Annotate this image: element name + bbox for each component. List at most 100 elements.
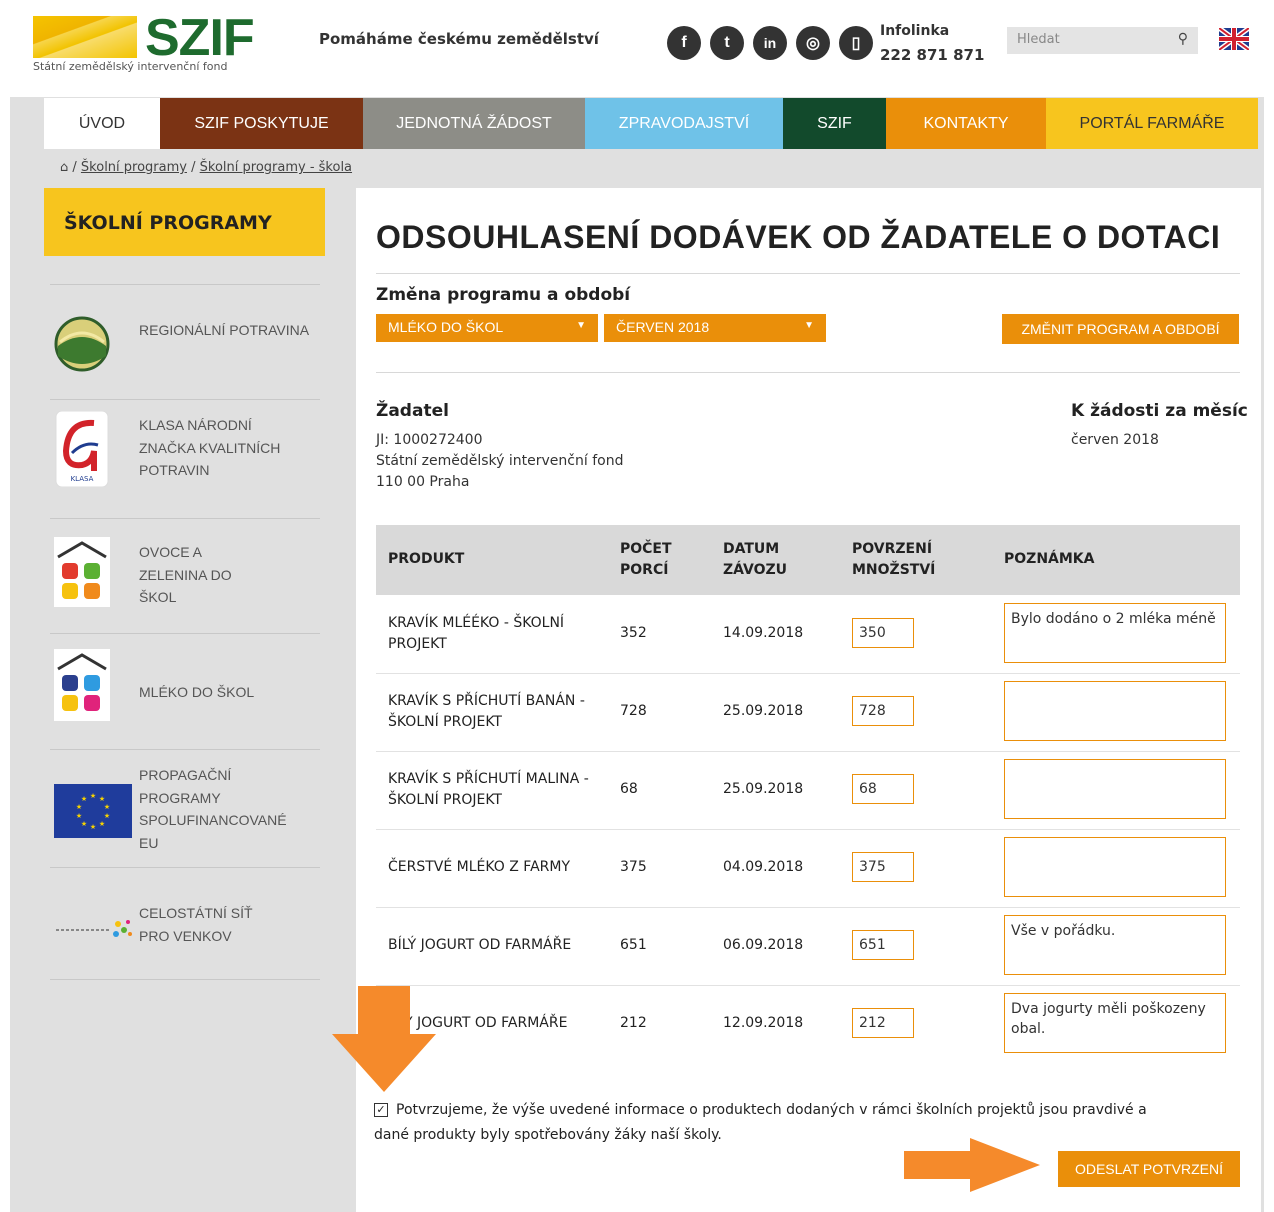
confirmed-quantity-input[interactable]: 212: [852, 1008, 914, 1038]
note-textarea[interactable]: [1004, 837, 1226, 897]
annotation-arrow-right-icon: [904, 1138, 1040, 1192]
confirm-checkbox-row[interactable]: ✓ Potvrzujeme, že výše uvedené informace …: [374, 1098, 1184, 1148]
sidebar-item-celostatni-sit[interactable]: CELOSTÁTNÍ SÍŤ PRO VENKOV: [50, 867, 320, 980]
product-name: BÍLÝ JOGURT OD FARMÁŘE: [388, 937, 572, 953]
svg-text:★: ★: [76, 812, 82, 820]
sidebar-item-ovoce-zelenina[interactable]: OVOCE A ZELENINA DO ŠKOL: [50, 518, 320, 634]
nav-jednotna-zadost[interactable]: JEDNOTNÁ ŽÁDOST: [363, 98, 585, 149]
delivery-date: 06.09.2018: [723, 937, 804, 953]
search-icon[interactable]: ⚲: [1178, 31, 1188, 47]
phone-icon[interactable]: ▯: [839, 26, 873, 60]
logo-fields-graphic: [33, 16, 137, 58]
sidebar-divider: [50, 979, 320, 980]
note-textarea[interactable]: Vše v pořádku.: [1004, 915, 1226, 975]
table-row: ĹÝ JOGURT OD FARMÁŘE 212 12.09.2018 212 …: [376, 985, 1240, 1063]
nav-uvod[interactable]: ÚVOD: [44, 98, 160, 149]
portions: 728: [620, 703, 647, 719]
th-datum-zavozu: DATUM ZÁVOZU: [723, 541, 788, 578]
facebook-icon[interactable]: f: [667, 26, 701, 60]
confirmed-quantity-input[interactable]: 728: [852, 696, 914, 726]
sidebar-item-klasa[interactable]: KLASA KLASA NÁRODNÍ ZNAČKA KVALITNÍCH PO…: [50, 399, 320, 519]
portions: 352: [620, 625, 647, 641]
th-poznamka: POZNÁMKA: [1004, 551, 1095, 567]
svg-text:★: ★: [76, 803, 82, 811]
ovoce-zelenina-logo: [53, 536, 110, 607]
search-input[interactable]: Hledat: [1017, 32, 1060, 47]
nav-zpravodajstvi[interactable]: ZPRAVODAJSTVÍ: [585, 98, 783, 149]
regionalni-potravina-logo: [53, 315, 110, 372]
table-header: PRODUKT POČET PORCÍ DATUM ZÁVOZU POVRZEN…: [376, 525, 1240, 595]
sidebar-item-label: KLASA NÁRODNÍ ZNAČKA KVALITNÍCH POTRAVIN: [139, 417, 281, 478]
delivery-date: 25.09.2018: [723, 703, 804, 719]
nav-kontakty[interactable]: KONTAKTY: [886, 98, 1046, 149]
change-program-button[interactable]: ZMĚNIT PROGRAM A OBDOBÍ: [1002, 314, 1239, 344]
instagram-icon[interactable]: ◎: [796, 26, 830, 60]
portions: 68: [620, 781, 638, 797]
twitter-icon[interactable]: t: [710, 26, 744, 60]
confirmed-quantity-input[interactable]: 350: [852, 618, 914, 648]
sidebar-heading[interactable]: ŠKOLNÍ PROGRAMY: [44, 188, 325, 256]
delivery-date: 25.09.2018: [723, 781, 804, 797]
sidebar-item-label: MLÉKO DO ŠKOL: [139, 684, 255, 700]
logo-text: SZIF: [145, 9, 255, 67]
confirmed-quantity-input[interactable]: 375: [852, 852, 914, 882]
applicant-heading: Žadatel: [376, 401, 449, 421]
table-row: ČERSTVÉ MLÉKO Z FARMY 375 04.09.2018 375: [376, 829, 1240, 908]
infolinka-label: Infolinka: [880, 23, 950, 39]
product-name: KRAVÍK MLÉÉKO - ŠKOLNÍ PROJEKT: [388, 615, 565, 652]
caret-down-icon: ▼: [804, 320, 814, 331]
home-icon[interactable]: ⌂: [60, 160, 68, 175]
linkedin-icon[interactable]: in: [753, 26, 787, 60]
note-textarea[interactable]: [1004, 681, 1226, 741]
program-select[interactable]: MLÉKO DO ŠKOL ▼: [376, 314, 598, 342]
th-povrzeni-mnozstvi: POVRZENÍ MNOŽSTVÍ: [852, 541, 936, 578]
confirmed-quantity-input[interactable]: 651: [852, 930, 914, 960]
th-pocet-porci: POČET PORCÍ: [620, 541, 672, 578]
table-row: KRAVÍK MLÉÉKO - ŠKOLNÍ PROJEKT 352 14.09…: [376, 595, 1240, 674]
note-textarea[interactable]: Bylo dodáno o 2 mléka méně: [1004, 603, 1226, 663]
tagline: Pomáháme českému zemědělství: [319, 30, 599, 48]
divider: [376, 372, 1240, 373]
svg-text:KLASA: KLASA: [70, 475, 93, 483]
celostatni-sit-logo: [53, 898, 135, 955]
mleko-do-skol-logo: [53, 648, 110, 721]
sidebar-item-mleko-do-skol[interactable]: MLÉKO DO ŠKOL: [50, 633, 320, 750]
table-row: KRAVÍK S PŘÍCHUTÍ BANÁN - ŠKOLNÍ PROJEKT…: [376, 673, 1240, 752]
product-name: KRAVÍK S PŘÍCHUTÍ BANÁN - ŠKOLNÍ PROJEKT: [388, 693, 585, 730]
sidebar-item-label: OVOCE A ZELENINA DO ŠKOL: [139, 544, 232, 605]
product-name: ČERSTVÉ MLÉKO Z FARMY: [388, 859, 571, 875]
month-heading: K žádosti za měsíc: [1071, 401, 1248, 421]
table-row: KRAVÍK S PŘÍCHUTÍ MALINA - ŠKOLNÍ PROJEK…: [376, 751, 1240, 830]
breadcrumb-skolni-programy[interactable]: Školní programy: [81, 160, 187, 175]
note-textarea[interactable]: Dva jogurty měli poškozeny obal.: [1004, 993, 1226, 1053]
svg-text:★: ★: [90, 823, 96, 831]
submit-confirmation-button[interactable]: ODESLAT POTVRZENÍ: [1058, 1151, 1240, 1187]
uk-flag-icon[interactable]: [1219, 28, 1249, 50]
month-value: červen 2018: [1071, 432, 1159, 448]
product-name: KRAVÍK S PŘÍCHUTÍ MALINA - ŠKOLNÍ PROJEK…: [388, 771, 589, 808]
svg-text:★: ★: [99, 795, 105, 803]
search-box[interactable]: Hledat ⚲: [1007, 27, 1198, 54]
confirm-text: Potvrzujeme, že výše uvedené informace o…: [374, 1102, 1147, 1143]
confirm-checkbox[interactable]: ✓: [374, 1103, 388, 1117]
nav-portal-farmare[interactable]: PORTÁL FARMÁŘE: [1046, 98, 1258, 149]
eu-flag-logo: ★ ★ ★ ★ ★ ★ ★ ★ ★ ★: [53, 782, 133, 839]
main-nav: ÚVOD SZIF POSKYTUJE JEDNOTNÁ ŽÁDOST ZPRA…: [44, 98, 1258, 149]
portions: 651: [620, 937, 647, 953]
sidebar-item-propagacni-programy[interactable]: ★ ★ ★ ★ ★ ★ ★ ★ ★ ★ PROPAGAČNÍ PROGRAMY SPOLUF…: [50, 749, 320, 868]
period-select[interactable]: ČERVEN 2018 ▼: [604, 314, 826, 342]
svg-text:★: ★: [81, 820, 87, 828]
infolinka-number[interactable]: 222 871 871: [880, 46, 984, 64]
sidebar-item-regionalni-potravina[interactable]: REGIONÁLNÍ POTRAVINA: [50, 284, 320, 400]
nav-szif[interactable]: SZIF: [783, 98, 886, 149]
note-textarea[interactable]: [1004, 759, 1226, 819]
breadcrumb-skolni-programy-skola[interactable]: Školní programy - škola: [200, 160, 352, 175]
szif-logo[interactable]: SZIF Státní zemědělský intervenční fond: [33, 8, 263, 78]
nav-szif-poskytuje[interactable]: SZIF POSKYTUJE: [160, 98, 363, 149]
klasa-logo: KLASA: [53, 410, 110, 487]
divider: [376, 273, 1240, 274]
program-select-value: MLÉKO DO ŠKOL: [388, 319, 504, 335]
svg-text:★: ★: [104, 812, 110, 820]
caret-down-icon: ▼: [576, 320, 586, 331]
confirmed-quantity-input[interactable]: 68: [852, 774, 914, 804]
